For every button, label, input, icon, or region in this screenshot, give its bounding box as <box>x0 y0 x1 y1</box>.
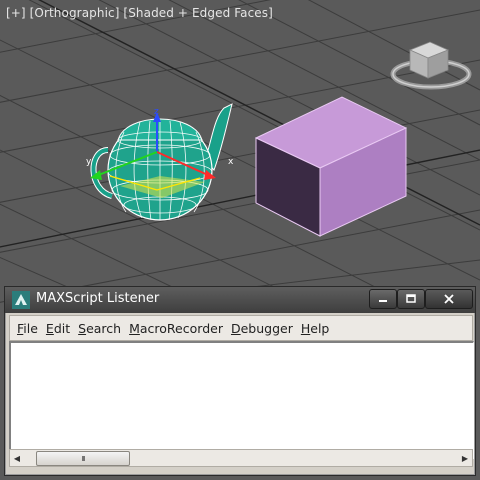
listener-output-area[interactable] <box>9 341 474 459</box>
minimize-icon <box>379 300 387 302</box>
menu-file[interactable]: File <box>17 321 38 336</box>
menu-edit[interactable]: Edit <box>46 321 70 336</box>
menu-search[interactable]: Search <box>78 321 121 336</box>
gizmo-y-label: y <box>86 157 92 167</box>
gizmo-x-label: x <box>228 157 234 167</box>
window-title: MAXScript Listener <box>36 291 160 306</box>
box-object[interactable] <box>254 96 408 237</box>
viewport-menu-plus[interactable]: [+] <box>6 6 26 20</box>
menu-debugger[interactable]: Debugger <box>231 321 293 336</box>
title-bar[interactable]: MAXScript Listener <box>5 287 475 313</box>
teapot-object[interactable] <box>90 103 233 221</box>
viewport-shading-mode[interactable]: [Shaded + Edged Faces] <box>123 6 272 20</box>
close-button[interactable] <box>425 289 473 309</box>
viewport-view-mode[interactable]: [Orthographic] <box>30 6 120 20</box>
menu-bar: File Edit Search MacroRecorder Debugger … <box>9 315 473 341</box>
viewport-label: [+] [Orthographic] [Shaded + Edged Faces… <box>6 6 273 20</box>
close-icon <box>444 294 454 304</box>
minimize-button[interactable] <box>369 289 397 309</box>
menu-macrorecorder[interactable]: MacroRecorder <box>129 321 223 336</box>
menu-help[interactable]: Help <box>301 321 330 336</box>
gizmo-z-label: z <box>154 107 159 117</box>
scroll-right-icon[interactable]: ▶ <box>458 450 472 466</box>
maximize-button[interactable] <box>397 289 425 309</box>
maxscript-listener-window[interactable]: MAXScript Listener File Edit Search Macr… <box>4 286 476 476</box>
app-logo-icon <box>12 291 30 309</box>
scroll-left-icon[interactable]: ◀ <box>10 450 24 466</box>
horizontal-scrollbar[interactable]: ◀ III ▶ <box>9 449 473 467</box>
scroll-thumb[interactable]: III <box>36 451 130 466</box>
viewcube-icon[interactable] <box>386 34 476 94</box>
maximize-icon <box>406 294 416 303</box>
